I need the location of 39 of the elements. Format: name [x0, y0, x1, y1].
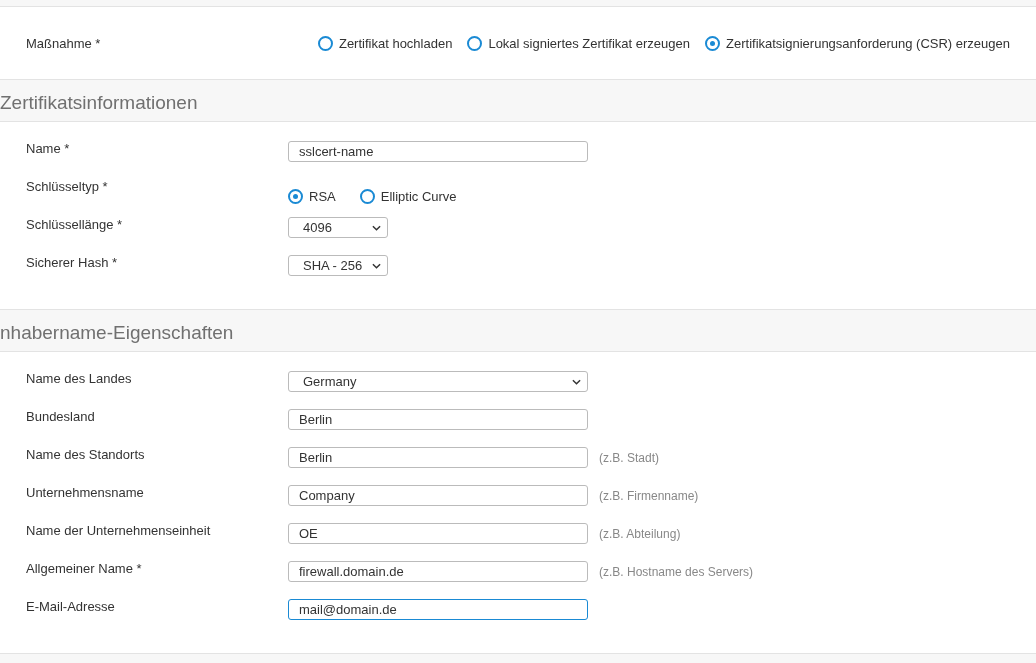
chevron-down-icon	[372, 224, 381, 231]
input-field[interactable]: Company	[288, 485, 588, 506]
input-field[interactable]: sslcert-name	[288, 141, 588, 162]
field-label: Schlüssellänge *	[26, 217, 124, 232]
radio-button[interactable]	[705, 35, 720, 51]
field-label: Name des Standorts	[26, 447, 146, 462]
field-label: Unternehmensname	[26, 485, 145, 500]
radio-label[interactable]: Lokal signiertes Zertifikat erzeugen	[488, 35, 690, 51]
dropdown[interactable]: 4096	[288, 217, 388, 238]
field-label: Sicherer Hash *	[26, 255, 119, 270]
dropdown[interactable]: Germany	[288, 371, 588, 392]
radio-button[interactable]	[359, 189, 375, 204]
input-field[interactable]: OE	[288, 523, 588, 544]
radio-button[interactable]	[288, 189, 303, 204]
field-label: Name der Unternehmenseinheit	[26, 523, 212, 538]
input-field[interactable]: Berlin	[288, 409, 588, 430]
hint-text: (z.B. Hostname des Servers)	[598, 564, 755, 579]
field-label: Name *	[26, 141, 71, 156]
field-label: Schlüsseltyp *	[26, 179, 109, 194]
radio-button[interactable]	[317, 35, 333, 51]
radio-label[interactable]: Zertifikat hochladen	[338, 35, 453, 51]
hint-text: (z.B. Firmenname)	[598, 488, 700, 503]
input-field[interactable]: firewall.domain.de	[288, 561, 588, 582]
field-label: Maßnahme *	[26, 35, 101, 51]
chevron-down-icon	[372, 262, 381, 269]
radio-button[interactable]	[467, 35, 483, 51]
radio-label[interactable]: Zertifikatsignierungsanforderung (CSR) erzeugen	[726, 35, 1010, 51]
input-field[interactable]: Berlin	[288, 447, 588, 468]
field-label: E-Mail-Adresse	[26, 599, 116, 614]
dropdown[interactable]: SHA - 256	[288, 255, 388, 276]
field-label: Allgemeiner Name *	[26, 561, 143, 576]
radio-label[interactable]: Elliptic Curve	[380, 189, 457, 204]
hint-text: (z.B. Abteilung)	[598, 526, 682, 541]
field-label: Bundesland	[26, 409, 96, 424]
hint-text: (z.B. Stadt)	[598, 450, 661, 465]
field-label: Name des Landes	[26, 371, 133, 386]
input-field[interactable]: mail@domain.de	[288, 599, 588, 620]
chevron-down-icon	[572, 378, 581, 385]
radio-label[interactable]: RSA	[309, 189, 336, 204]
